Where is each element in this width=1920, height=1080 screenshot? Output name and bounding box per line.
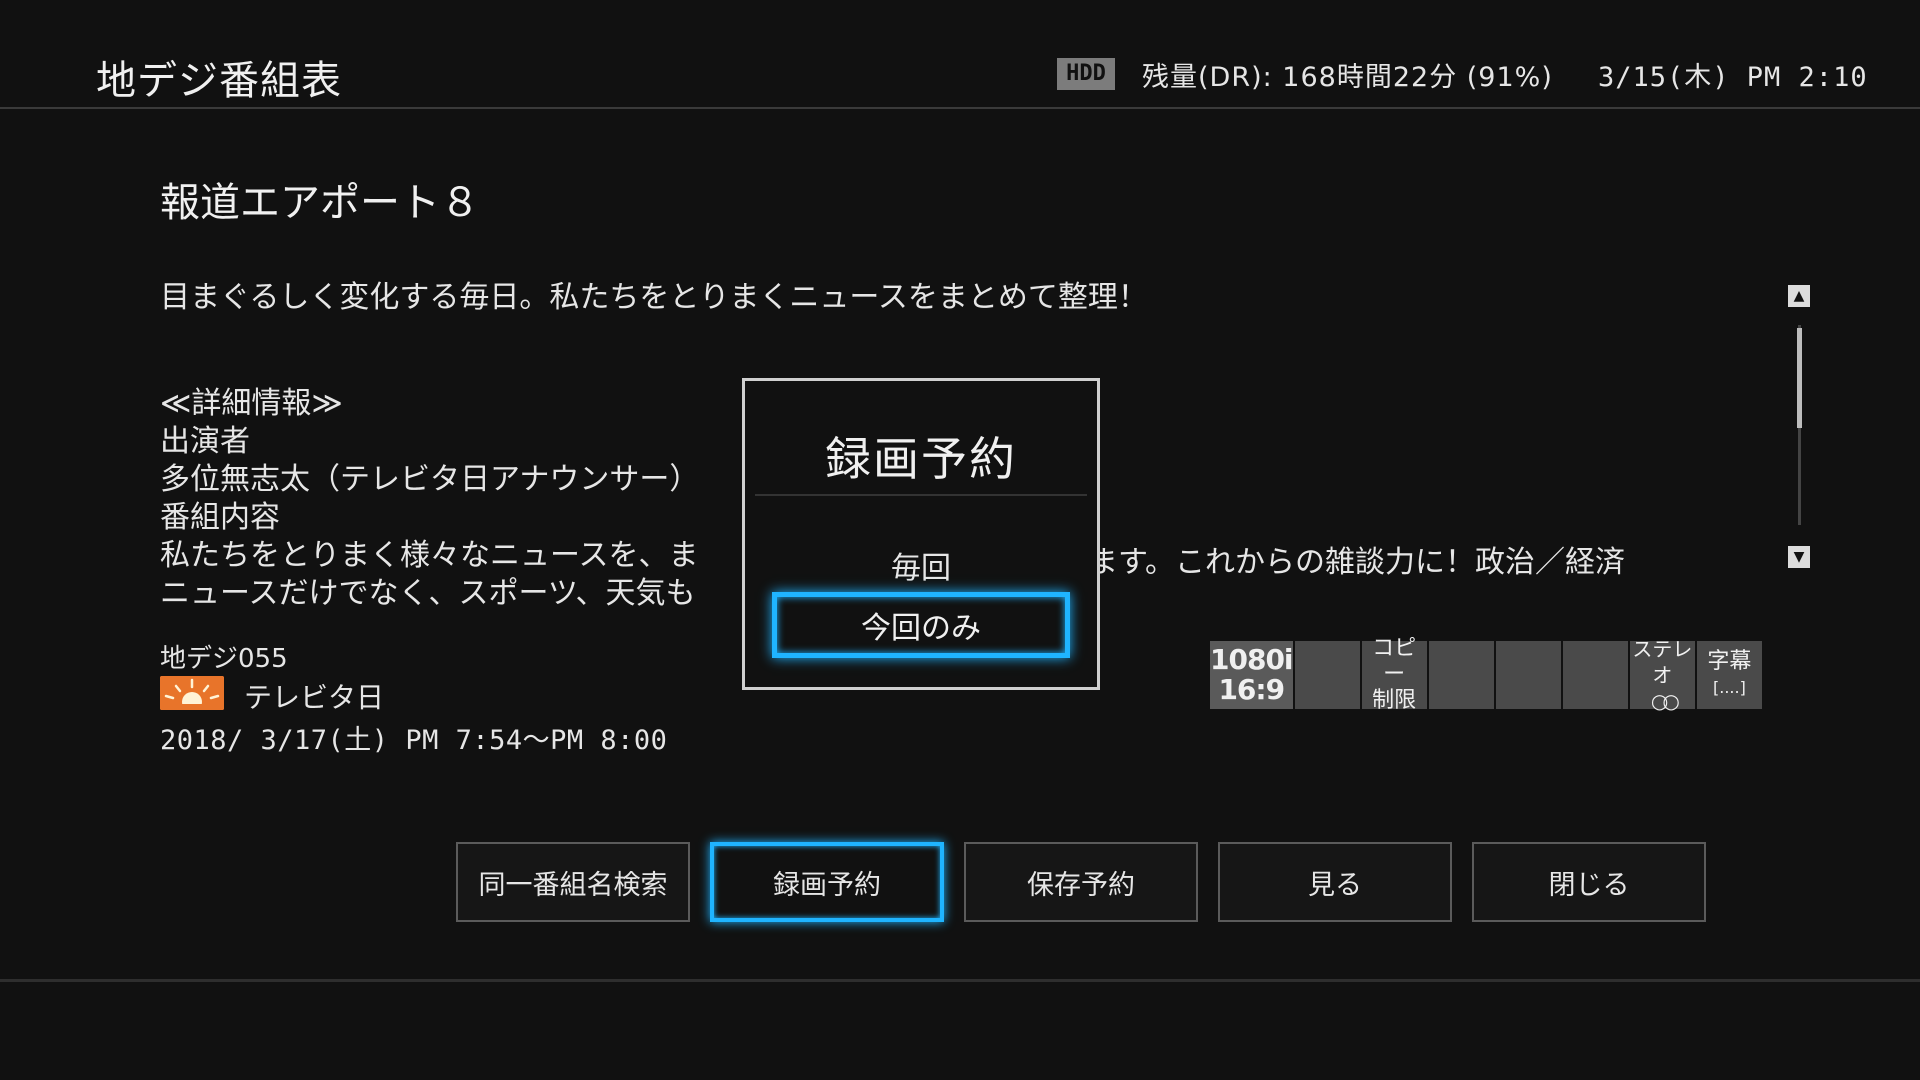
- program-summary: 目まぐるしく変化する毎日。私たちをとりまくニュースをまとめて整理！: [160, 280, 1148, 315]
- details-heading: ≪詳細情報≫: [160, 386, 343, 421]
- program-details: ≪詳細情報≫ 出演者 多位無志太（テレビタ日アナウンサー） 番組内容 私たちをと…: [160, 385, 699, 613]
- subtitle-icon: 字幕 [....]: [1696, 641, 1762, 709]
- clock: 3/15(木) PM 2:10: [1598, 62, 1868, 93]
- details-line: 私たちをとりまく様々なニュースを、ま: [160, 538, 699, 573]
- empty-attribute-slot: [1562, 641, 1628, 709]
- record-popup: 録画予約 毎回 今回のみ: [742, 378, 1100, 690]
- copy-restriction-icon: コピー 制限: [1361, 636, 1427, 713]
- popup-divider: [755, 494, 1087, 496]
- air-time: 2018/ 3/17(土) PM 7:54～PM 8:00: [160, 725, 668, 756]
- empty-attribute-slot: [1294, 641, 1360, 709]
- channel-name: テレビタ日: [244, 681, 385, 714]
- action-buttons: 同一番組名検索 録画予約 保存予約 見る 閉じる: [456, 842, 1706, 922]
- details-line: 番組内容: [160, 500, 280, 535]
- watch-button[interactable]: 見る: [1218, 842, 1452, 922]
- details-line: 出演者: [160, 424, 250, 459]
- stereo-icon: ステレオ ○○: [1629, 637, 1695, 713]
- details-line-continuation: ます。これからの雑談力に！政治／経済: [1088, 545, 1625, 580]
- footer-divider: [0, 979, 1920, 982]
- option-every-time[interactable]: 毎回: [745, 543, 1097, 587]
- channel-number: 地デジ055: [160, 644, 288, 674]
- scroll-up-icon[interactable]: ▲: [1788, 285, 1810, 307]
- empty-attribute-slot: [1428, 641, 1494, 709]
- scroll-thumb[interactable]: [1797, 328, 1802, 428]
- empty-attribute-slot: [1495, 641, 1561, 709]
- details-line: ニュースだけでなく、スポーツ、天気も: [160, 576, 696, 611]
- close-button[interactable]: 閉じる: [1472, 842, 1706, 922]
- option-this-time-only[interactable]: 今回のみ: [772, 592, 1070, 658]
- record-reservation-button[interactable]: 録画予約: [710, 842, 944, 922]
- details-line: 多位無志太（テレビタ日アナウンサー）: [160, 462, 700, 497]
- popup-title: 録画予約: [825, 432, 1017, 486]
- search-same-title-button[interactable]: 同一番組名検索: [456, 842, 690, 922]
- header-divider: [0, 107, 1920, 109]
- hdd-badge: HDD: [1057, 58, 1115, 90]
- save-reservation-button[interactable]: 保存予約: [964, 842, 1198, 922]
- resolution-icon: 1080i 16:9: [1210, 641, 1294, 709]
- storage-remaining: 残量(DR): 168時間22分 (91%): [1142, 62, 1553, 93]
- program-title: 報道エアポート８: [160, 180, 480, 226]
- app-title: 地デジ番組表: [96, 58, 342, 104]
- scroll-down-icon[interactable]: ▼: [1788, 546, 1810, 568]
- program-attributes: 1080i 16:9 コピー 制限 ステレオ ○○ 字幕 [....]: [1210, 636, 1762, 713]
- channel-logo-icon: [160, 676, 224, 710]
